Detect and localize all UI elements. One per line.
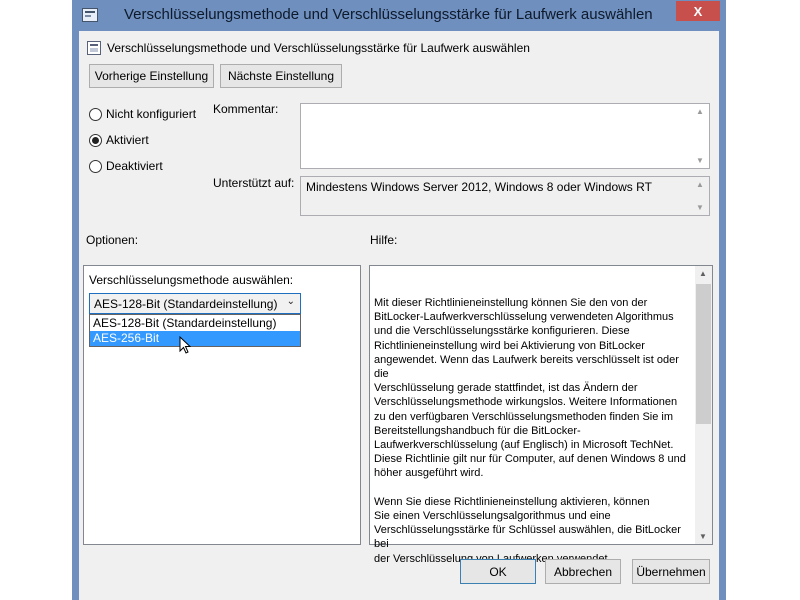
apply-button[interactable]: Übernehmen [632, 559, 710, 584]
scroll-down-arrow-icon[interactable]: ▼ [696, 156, 704, 165]
options-heading: Optionen: [86, 233, 139, 247]
radio-disabled-indicator[interactable] [89, 159, 102, 173]
title-bar[interactable]: Verschlüsselungsmethode und Verschlüssel… [72, 0, 726, 32]
policy-setting-icon [87, 41, 101, 55]
comment-label: Kommentar: [213, 102, 279, 116]
radio-disabled-label: Deaktiviert [106, 159, 163, 173]
next-setting-button[interactable]: Nächste Einstellung [220, 64, 342, 88]
supported-on-value: Mindestens Windows Server 2012, Windows … [306, 180, 652, 194]
supported-scrollbar[interactable]: ▲ ▼ [692, 177, 709, 215]
options-panel: Verschlüsselungsmethode auswählen: AES-1… [83, 265, 361, 545]
radio-not-configured-indicator[interactable] [89, 107, 102, 121]
dropdown-option-aes-128[interactable]: AES-128-Bit (Standardeinstellung) [90, 316, 300, 331]
radio-enabled[interactable]: Aktiviert [89, 133, 149, 147]
setting-title: Verschlüsselungsmethode und Verschlüssel… [107, 41, 530, 55]
help-heading: Hilfe: [370, 233, 398, 247]
encryption-method-combobox[interactable]: AES-128-Bit (Standardeinstellung) ⌄ [89, 293, 301, 314]
supported-on-field: Mindestens Windows Server 2012, Windows … [300, 176, 710, 216]
radio-disabled[interactable]: Deaktiviert [89, 159, 163, 173]
radio-enabled-indicator[interactable] [89, 133, 102, 147]
scroll-up-arrow-icon[interactable]: ▲ [699, 269, 707, 278]
encryption-method-label: Verschlüsselungsmethode auswählen: [89, 273, 294, 287]
scrollbar-thumb[interactable] [696, 284, 711, 424]
radio-enabled-label: Aktiviert [106, 133, 149, 147]
help-panel: Mit dieser Richtlinieneinstellung können… [369, 265, 713, 565]
scroll-down-arrow-icon[interactable]: ▼ [699, 532, 707, 541]
comment-textbox[interactable]: ▲ ▼ [300, 103, 710, 169]
dialog-client-area: Verschlüsselungsmethode und Verschlüssel… [79, 31, 719, 600]
scroll-up-arrow-icon[interactable]: ▲ [696, 180, 704, 189]
previous-setting-button[interactable]: Vorherige Einstellung [89, 64, 214, 88]
policy-dialog-window: Verschlüsselungsmethode und Verschlüssel… [72, 0, 726, 600]
encryption-method-dropdown-list: AES-128-Bit (Standardeinstellung) AES-25… [89, 314, 301, 347]
mouse-pointer-icon [179, 336, 191, 354]
help-text: Mit dieser Richtlinieneinstellung können… [374, 297, 686, 565]
combobox-value: AES-128-Bit (Standardeinstellung) [94, 296, 278, 311]
radio-not-configured[interactable]: Nicht konfiguriert [89, 107, 196, 121]
window-title: Verschlüsselungsmethode und Verschlüssel… [124, 6, 653, 23]
cancel-button[interactable]: Abbrechen [545, 559, 621, 584]
policy-icon [82, 8, 98, 22]
close-button[interactable]: X [676, 1, 720, 21]
help-scrollbar[interactable]: ▲ ▼ [695, 266, 712, 544]
ok-button[interactable]: OK [460, 559, 536, 584]
comment-scrollbar[interactable]: ▲ ▼ [692, 104, 709, 168]
chevron-down-icon[interactable]: ⌄ [287, 296, 295, 307]
scroll-down-arrow-icon[interactable]: ▼ [696, 203, 704, 212]
radio-not-configured-label: Nicht konfiguriert [106, 107, 197, 121]
supported-on-label: Unterstützt auf: [213, 176, 295, 190]
scroll-up-arrow-icon[interactable]: ▲ [696, 107, 704, 116]
dropdown-option-aes-256[interactable]: AES-256-Bit [90, 331, 300, 346]
